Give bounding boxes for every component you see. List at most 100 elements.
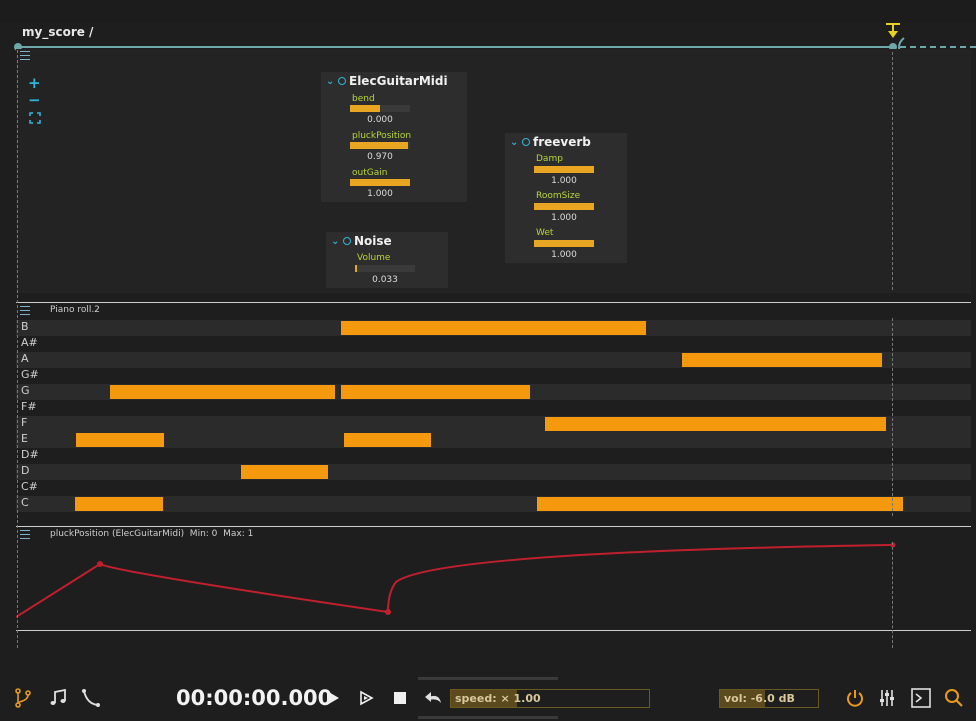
param-slider-bend[interactable] xyxy=(350,105,410,112)
power-icon[interactable] xyxy=(846,688,864,708)
note-block[interactable] xyxy=(76,433,164,447)
param-value: 0.000 xyxy=(367,115,393,125)
piano-roll-title: Piano roll.2 xyxy=(50,305,100,315)
panel-separator[interactable] xyxy=(16,630,971,631)
automation-menu-icon[interactable] xyxy=(20,530,30,539)
link-icon[interactable] xyxy=(343,237,351,245)
param-slider-pluckposition[interactable] xyxy=(350,142,410,149)
score-title: my_score / xyxy=(22,25,94,39)
note-block[interactable] xyxy=(341,321,646,335)
param-label: Wet xyxy=(536,228,554,238)
note-name: A xyxy=(21,352,29,365)
param-value: 1.000 xyxy=(551,176,577,186)
note-block[interactable] xyxy=(341,385,530,399)
param-fill xyxy=(534,203,594,210)
param-label: Damp xyxy=(536,154,563,164)
note-block[interactable] xyxy=(537,497,903,511)
note-block[interactable] xyxy=(344,433,431,447)
processor-noise[interactable]: ⌄ Noise Volume 0.033 xyxy=(326,232,448,288)
note-name: D# xyxy=(21,448,39,461)
stop-icon[interactable] xyxy=(393,691,407,705)
param-fill xyxy=(350,142,408,149)
mixer-icon[interactable] xyxy=(878,688,896,708)
volume-label: vol: -6.0 dB xyxy=(724,692,795,705)
piano-row-d[interactable]: D xyxy=(16,464,971,480)
fit-view-icon[interactable] xyxy=(29,112,41,124)
processor-menu-icon[interactable] xyxy=(20,51,30,60)
processor-title: Noise xyxy=(354,234,392,248)
note-block[interactable] xyxy=(110,385,335,399)
play-from-start-icon[interactable] xyxy=(358,690,374,706)
param-slider-roomsize[interactable] xyxy=(534,203,594,210)
timeline-extension xyxy=(900,46,976,48)
piano-roll[interactable]: Piano roll.2 B A# A G# G F# F E D# D C# … xyxy=(16,304,971,516)
panel-separator[interactable] xyxy=(16,526,971,527)
link-icon[interactable] xyxy=(338,77,346,85)
note-name: F# xyxy=(21,400,37,413)
processor-freeverb[interactable]: ⌄ freeverb Damp 1.000 RoomSize 1.000 Wet… xyxy=(505,133,627,263)
processor-title: ElecGuitarMidi xyxy=(349,74,448,88)
param-value: 0.033 xyxy=(372,275,398,285)
piano-row-c-sharp[interactable]: C# xyxy=(16,480,971,496)
scrollbar[interactable] xyxy=(418,716,558,719)
collapse-chevron-icon[interactable]: ⌄ xyxy=(331,236,339,247)
param-label: Volume xyxy=(357,253,391,263)
param-fill xyxy=(534,166,594,173)
note-name: G# xyxy=(21,368,39,381)
param-label: outGain xyxy=(352,168,388,178)
param-slider-outgain[interactable] xyxy=(350,179,410,186)
collapse-chevron-icon[interactable]: ⌄ xyxy=(510,137,518,148)
param-value: 0.970 xyxy=(367,152,393,162)
panel-separator[interactable] xyxy=(16,302,971,303)
processor-area: + − ⌄ ElecGuitarMidi bend 0.000 pluckPos… xyxy=(16,49,971,293)
note-name: D xyxy=(21,464,30,477)
automation-header: pluckPosition (ElecGuitarMidi) Min: 0 Ma… xyxy=(16,528,971,542)
automation-curve[interactable] xyxy=(16,542,971,632)
param-label: RoomSize xyxy=(536,191,581,201)
note-block[interactable] xyxy=(75,497,163,511)
param-value: 1.000 xyxy=(367,189,393,199)
piano-row-d-sharp[interactable]: D# xyxy=(16,448,971,464)
param-fill xyxy=(534,240,594,247)
note-name: G xyxy=(21,384,30,397)
piano-roll-menu-icon[interactable] xyxy=(20,306,30,315)
param-value: 1.000 xyxy=(551,250,577,260)
param-slider-damp[interactable] xyxy=(534,166,594,173)
processor-title: freeverb xyxy=(533,135,591,149)
note-name: E xyxy=(21,432,28,445)
speed-slider[interactable]: speed: × 1.00 xyxy=(450,689,650,708)
search-icon[interactable] xyxy=(944,688,964,708)
collapse-chevron-icon[interactable]: ⌄ xyxy=(326,76,334,87)
note-block[interactable] xyxy=(545,417,886,431)
scrollbar[interactable] xyxy=(418,677,558,680)
note-name: B xyxy=(21,320,29,333)
param-fill xyxy=(350,179,410,186)
music-note-icon[interactable] xyxy=(48,688,68,708)
automation-title: pluckPosition (ElecGuitarMidi) Min: 0 Ma… xyxy=(50,529,254,539)
zoom-in-button[interactable]: + xyxy=(28,76,41,91)
volume-slider[interactable]: vol: -6.0 dB xyxy=(719,689,819,708)
timeline-bar[interactable] xyxy=(18,46,894,48)
param-label: pluckPosition xyxy=(352,131,412,141)
link-icon[interactable] xyxy=(522,138,530,146)
end-guide-line xyxy=(892,318,893,516)
param-fill xyxy=(355,265,357,272)
piano-row-f-sharp[interactable]: F# xyxy=(16,400,971,416)
play-icon[interactable] xyxy=(326,690,340,706)
loop-back-icon[interactable] xyxy=(423,689,443,707)
note-name: F xyxy=(21,416,28,429)
curve-icon[interactable] xyxy=(81,688,101,708)
param-slider-wet[interactable] xyxy=(534,240,594,247)
zoom-out-button[interactable]: − xyxy=(28,93,41,108)
branch-icon[interactable] xyxy=(14,688,32,708)
left-guide-line xyxy=(17,50,18,648)
piano-row-g-sharp[interactable]: G# xyxy=(16,368,971,384)
piano-row-a-sharp[interactable]: A# xyxy=(16,336,971,352)
param-slider-volume[interactable] xyxy=(355,265,415,272)
note-block[interactable] xyxy=(682,353,882,367)
note-block[interactable] xyxy=(241,465,328,479)
processor-elecguitarmidi[interactable]: ⌄ ElecGuitarMidi bend 0.000 pluckPositio… xyxy=(321,72,467,202)
piano-roll-header: Piano roll.2 xyxy=(16,304,971,318)
console-icon[interactable] xyxy=(911,688,931,708)
speed-label: speed: × 1.00 xyxy=(455,692,541,705)
